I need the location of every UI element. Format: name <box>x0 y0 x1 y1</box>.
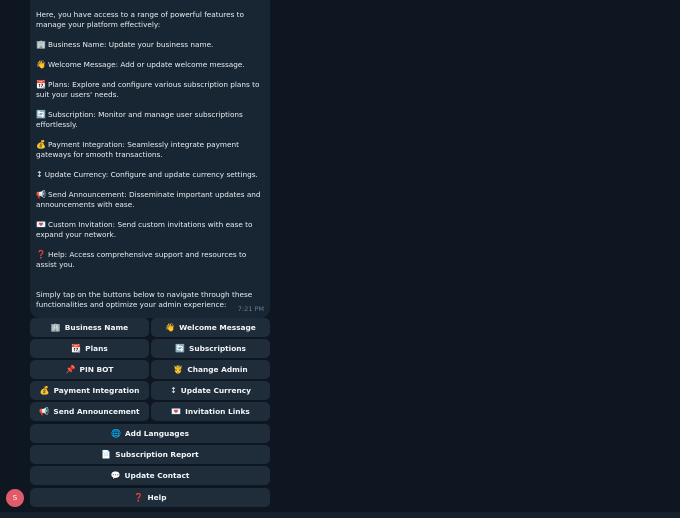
money-bag-icon: 💰 <box>39 386 50 395</box>
pushpin-icon: 📌 <box>65 365 76 374</box>
feature-subscription: 🔄 Subscription: Monitor and manage user s… <box>36 110 246 129</box>
bot-message-bubble: Here, you have access to a range of powe… <box>30 0 270 318</box>
pin-bot-button[interactable]: 📌 PIN BOT <box>30 360 149 379</box>
add-languages-button[interactable]: 🌐 Add Languages <box>30 424 270 443</box>
love-letter-icon: 💌 <box>171 407 182 416</box>
calendar-icon: 📆 <box>71 344 82 353</box>
business-name-button[interactable]: 🏢 Business Name <box>30 318 149 337</box>
feature-custom-invitation: 💌 Custom Invitation: Send custom invitati… <box>36 220 255 239</box>
document-icon: 📄 <box>101 450 112 459</box>
waving-hand-icon: 👋 <box>36 60 46 69</box>
feature-update-currency: ↕ Update Currency: Configure and update c… <box>36 170 258 179</box>
message-timestamp: 7:21 PM <box>237 305 264 313</box>
update-currency-button[interactable]: ↕ Update Currency <box>151 381 270 400</box>
waving-hand-icon: 👋 <box>165 323 176 332</box>
money-bag-icon: 💰 <box>36 140 46 149</box>
feature-help: ❓ Help: Access comprehensive support and … <box>36 250 249 269</box>
help-button[interactable]: ❓ Help <box>30 488 270 507</box>
speech-bubble-icon: 💬 <box>110 471 121 480</box>
feature-send-announcement: 📢 Send Announcement: Disseminate importan… <box>36 190 263 209</box>
chat-area: Here, you have access to a range of powe… <box>0 0 680 518</box>
subscription-report-button[interactable]: 📄 Subscription Report <box>30 445 270 464</box>
keyboard-row: 📢 Send Announcement 💌 Invitation Links <box>30 402 270 421</box>
bottom-bar <box>0 512 680 518</box>
question-mark-icon: ❓ <box>36 250 46 259</box>
avatar[interactable]: S <box>6 489 24 507</box>
love-letter-icon: 💌 <box>36 220 46 229</box>
megaphone-icon: 📢 <box>36 190 46 199</box>
update-contact-button[interactable]: 💬 Update Contact <box>30 466 270 485</box>
globe-icon: 🌐 <box>110 429 121 438</box>
refresh-icon: 🔄 <box>36 110 46 119</box>
change-admin-button[interactable]: 🤴 Change Admin <box>151 360 270 379</box>
building-icon: 🏢 <box>36 40 46 49</box>
keyboard-row: ❓ Help <box>30 488 270 507</box>
send-announcement-button[interactable]: 📢 Send Announcement <box>30 402 149 421</box>
keyboard-row: 🌐 Add Languages <box>30 424 270 443</box>
calendar-icon: 📆 <box>36 80 46 89</box>
feature-welcome-message: 👋 Welcome Message: Add or update welcome … <box>36 60 245 69</box>
payment-integration-button[interactable]: 💰 Payment Integration <box>30 381 149 400</box>
keyboard-row: 📆 Plans 🔄 Subscriptions <box>30 339 270 358</box>
keyboard-row: 💬 Update Contact <box>30 466 270 485</box>
invitation-links-button[interactable]: 💌 Invitation Links <box>151 402 270 421</box>
welcome-message-button[interactable]: 👋 Welcome Message <box>151 318 270 337</box>
subscriptions-button[interactable]: 🔄 Subscriptions <box>151 339 270 358</box>
keyboard-row: 📌 PIN BOT 🤴 Change Admin <box>30 360 270 379</box>
refresh-icon: 🔄 <box>175 344 186 353</box>
prince-icon: 🤴 <box>173 365 184 374</box>
question-mark-icon: ❓ <box>133 493 144 502</box>
keyboard-row: 📄 Subscription Report <box>30 445 270 464</box>
up-down-arrows-icon: ↕ <box>170 386 177 395</box>
feature-payment-integration: 💰 Payment Integration: Seamlessly integra… <box>36 140 242 159</box>
message-outro: Simply tap on the buttons below to navig… <box>36 290 255 309</box>
building-icon: 🏢 <box>50 323 61 332</box>
message-intro: Here, you have access to a range of powe… <box>36 10 247 29</box>
plans-button[interactable]: 📆 Plans <box>30 339 149 358</box>
keyboard-row: 💰 Payment Integration ↕ Update Currency <box>30 381 270 400</box>
keyboard-row: 🏢 Business Name 👋 Welcome Message <box>30 318 270 337</box>
up-down-arrows-icon: ↕ <box>36 170 43 179</box>
feature-plans: 📆 Plans: Explore and configure various su… <box>36 80 262 99</box>
megaphone-icon: 📢 <box>39 407 50 416</box>
feature-business-name: 🏢 Business Name: Update your business nam… <box>36 40 214 49</box>
